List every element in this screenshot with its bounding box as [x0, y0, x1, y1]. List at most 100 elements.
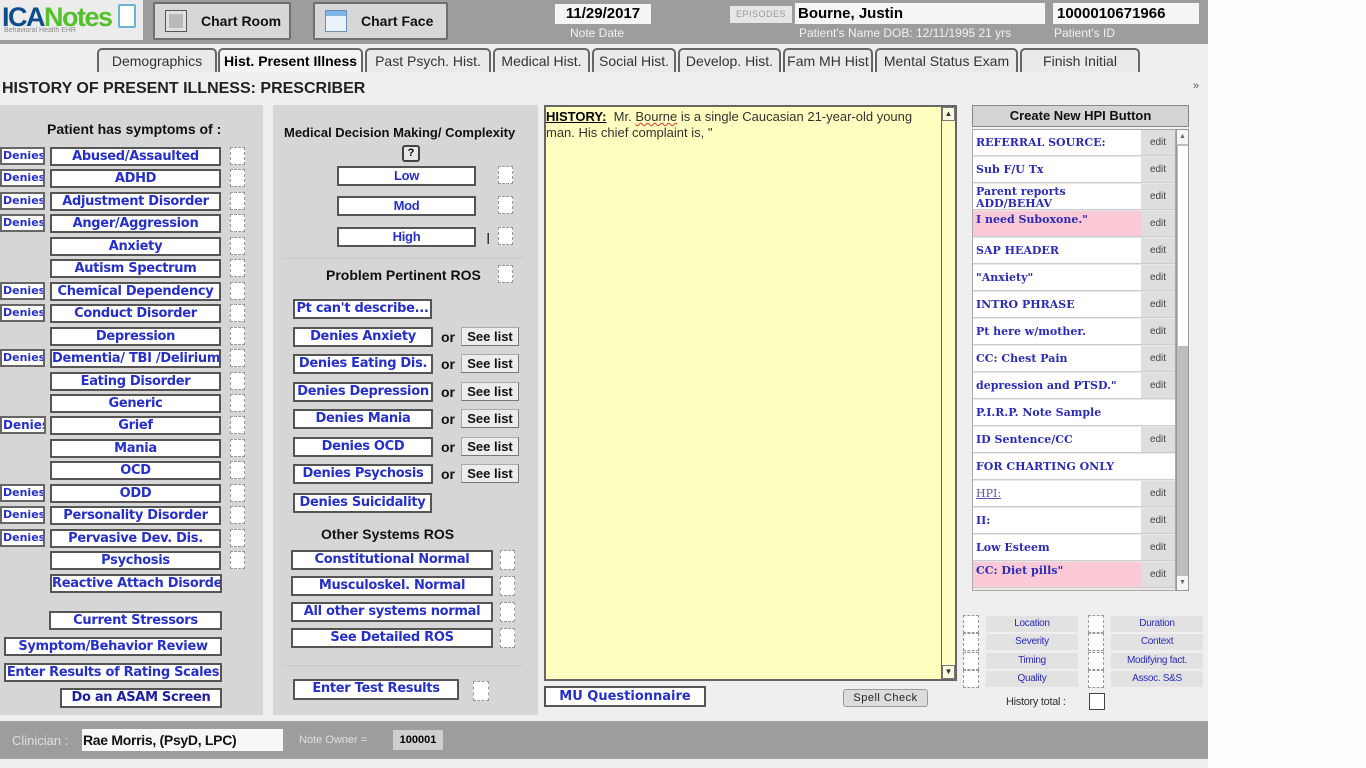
symptom-abused-assaulted-button[interactable]: Abused/Assaulted	[50, 147, 221, 166]
symptom-eating-disorder-checkbox[interactable]	[230, 371, 245, 390]
hpi-edit-button[interactable]: edit	[1141, 184, 1175, 209]
hpi-item-intro-phrase[interactable]: INTRO PHRASE edit	[973, 292, 1175, 318]
denies-conduct-disorder-button[interactable]: Denies	[0, 304, 45, 323]
see-list-denies-psychosis-button[interactable]: See list	[461, 464, 519, 483]
ppros-checkbox[interactable]	[498, 265, 513, 283]
denies-abused-assaulted-button[interactable]: Denies	[0, 147, 45, 165]
element-severity-checkbox[interactable]	[963, 633, 979, 652]
enter-test-results-button[interactable]: Enter Test Results	[293, 679, 459, 700]
symptom-personality-disorder-checkbox[interactable]	[230, 506, 245, 525]
hpi-item-cc-diet-pills[interactable]: CC: Diet pills" edit	[973, 562, 1175, 588]
patient-name-field[interactable]: Bourne, Justin	[795, 3, 1045, 24]
tab-develop-hist[interactable]: Develop. Hist.	[678, 48, 781, 72]
ros-see-detailed-ros-checkbox[interactable]	[500, 628, 515, 648]
symptom-dementia-tbi-delirium-button[interactable]: Dementia/ TBI /Delirium	[50, 349, 221, 369]
denies-mania-button[interactable]: Denies Mania	[293, 409, 433, 430]
symptom-anger-aggression-button[interactable]: Anger/Aggression	[50, 214, 221, 234]
symptom-psychosis-checkbox[interactable]	[230, 551, 245, 570]
patient-id-field[interactable]: 1000010671966	[1053, 3, 1199, 24]
symptom-abused-assaulted-checkbox[interactable]	[230, 147, 245, 165]
symptom-generic-checkbox[interactable]	[230, 393, 245, 412]
element-modifying-fact-button[interactable]: Modifying fact.	[1111, 652, 1203, 669]
hpi-edit-button[interactable]: edit	[1141, 427, 1175, 452]
denies-odd-button[interactable]: Denies	[0, 483, 45, 502]
symptom-depression-button[interactable]: Depression	[50, 326, 221, 346]
note-date-field[interactable]: 11/29/2017	[555, 4, 651, 24]
symptom-psychosis-button[interactable]: Psychosis	[50, 551, 221, 571]
hpi-item-parent-reports-add-behav[interactable]: Parent reports ADD/BEHAV edit	[973, 184, 1175, 210]
tab-finish-initial[interactable]: Finish Initial	[1020, 48, 1140, 72]
hpi-edit-button[interactable]: edit	[1141, 265, 1175, 290]
denies-psychosis-button[interactable]: Denies Psychosis	[293, 464, 433, 484]
element-quality-button[interactable]: Quality	[986, 670, 1078, 687]
current-stressors-button[interactable]: Current Stressors	[49, 611, 222, 630]
create-new-hpi-button[interactable]: Create New HPI Button	[972, 105, 1189, 127]
symptom-anxiety-checkbox[interactable]	[230, 236, 245, 255]
element-severity-button[interactable]: Severity	[986, 634, 1078, 651]
symptom-dementia-tbi-delirium-checkbox[interactable]	[230, 349, 245, 368]
hpi-edit-button[interactable]: edit	[1141, 373, 1175, 398]
symptom-eating-disorder-button[interactable]: Eating Disorder	[50, 371, 221, 391]
scroll-up-icon[interactable]: ▲	[1177, 130, 1188, 144]
symptom-autism-spectrum-button[interactable]: Autism Spectrum	[50, 259, 221, 279]
element-quality-checkbox[interactable]	[963, 669, 979, 688]
scroll-down-icon[interactable]: ▼	[1177, 576, 1188, 590]
history-textarea[interactable]: HISTORY: Mr. Bourne is a single Caucasia…	[544, 105, 957, 681]
hpi-edit-button[interactable]: edit	[1141, 508, 1175, 533]
element-context-button[interactable]: Context	[1111, 634, 1203, 651]
symptom-odd-checkbox[interactable]	[230, 483, 245, 502]
denies-suicidality-button[interactable]: Denies Suicidality	[293, 493, 432, 513]
ros-all-other-systems-normal-checkbox[interactable]	[500, 602, 515, 622]
symptom-generic-button[interactable]: Generic	[50, 393, 221, 413]
hpi-item-p-i-r-p-note-sample[interactable]: P.I.R.P. Note Sample	[973, 400, 1175, 426]
hpi-edit-button[interactable]: edit	[1141, 238, 1175, 263]
hpi-item-anxiety[interactable]: "Anxiety" edit	[973, 265, 1175, 291]
symptom-personality-disorder-button[interactable]: Personality Disorder	[50, 506, 221, 526]
asam-screen-button[interactable]: Do an ASAM Screen	[60, 688, 222, 708]
hpi-item-depression-and-ptsd[interactable]: depression and PTSD." edit	[973, 373, 1175, 399]
denies-personality-disorder-button[interactable]: Denies	[0, 506, 45, 525]
pt-cant-describe-button[interactable]: Pt can't describe...	[293, 299, 432, 319]
spell-check-button[interactable]: Spell Check	[843, 689, 928, 707]
element-location-button[interactable]: Location	[986, 616, 1078, 632]
symptom-autism-spectrum-checkbox[interactable]	[230, 259, 245, 278]
episodes-button[interactable]: EPISODES	[730, 6, 792, 23]
symptom-adjustment-disorder-button[interactable]: Adjustment Disorder	[50, 191, 221, 211]
clinician-field[interactable]: Rae Morris, (PsyD, LPC)	[82, 729, 283, 751]
symptom-conduct-disorder-checkbox[interactable]	[230, 304, 245, 323]
ros-constitutional-normal-button[interactable]: Constitutional Normal	[291, 550, 493, 570]
hpi-edit-button[interactable]: edit	[1141, 319, 1175, 344]
expand-icon[interactable]: »	[1193, 80, 1199, 92]
element-assoc-s-s-checkbox[interactable]	[1088, 669, 1104, 688]
symptom-adjustment-disorder-checkbox[interactable]	[230, 191, 245, 210]
symptom-conduct-disorder-button[interactable]: Conduct Disorder	[50, 304, 221, 324]
symptom-pervasive-dev-dis-checkbox[interactable]	[230, 528, 245, 547]
ros-see-detailed-ros-button[interactable]: See Detailed ROS	[291, 628, 493, 648]
see-list-denies-ocd-button[interactable]: See list	[461, 436, 519, 456]
rating-scales-button[interactable]: Enter Results of Rating Scales	[4, 663, 222, 682]
element-timing-checkbox[interactable]	[963, 651, 979, 670]
hpi-item-sap-header[interactable]: SAP HEADER edit	[973, 238, 1175, 264]
tab-hist-present-illness[interactable]: Hist. Present Illness	[218, 48, 363, 72]
ros-musculoskel-normal-checkbox[interactable]	[500, 576, 515, 596]
test-results-checkbox[interactable]	[473, 681, 489, 701]
mdm-low-button[interactable]: Low	[337, 166, 476, 186]
hpi-item-referral-source[interactable]: REFERRAL SOURCE: edit	[973, 130, 1175, 156]
hpi-item-low-esteem[interactable]: Low Esteem edit	[973, 535, 1175, 561]
mdm-mod-button[interactable]: Mod	[337, 196, 476, 216]
hpi-item-cc-chest-pain[interactable]: CC: Chest Pain edit	[973, 346, 1175, 372]
hpi-item-sub-f-u-tx[interactable]: Sub F/U Tx edit	[973, 157, 1175, 183]
symptom-anger-aggression-checkbox[interactable]	[230, 214, 245, 233]
denies-pervasive-dev-dis-button[interactable]: Denies	[0, 528, 45, 547]
scroll-down-icon[interactable]: ▼	[942, 665, 955, 679]
hpi-item-i-need-suboxone[interactable]: I need Suboxone." edit	[973, 211, 1175, 237]
hpi-item-hpi[interactable]: HPI: edit	[973, 481, 1175, 507]
element-duration-button[interactable]: Duration	[1111, 616, 1203, 632]
denies-adhd-button[interactable]: Denies	[0, 169, 45, 188]
tab-social-hist[interactable]: Social Hist.	[592, 48, 676, 72]
scroll-up-icon[interactable]: ▲	[942, 107, 955, 121]
hpi-item-id-sentence-cc[interactable]: ID Sentence/CC edit	[973, 427, 1175, 453]
symptom-ocd-button[interactable]: OCD	[50, 461, 221, 481]
denies-adjustment-disorder-button[interactable]: Denies	[0, 191, 45, 210]
denies-ocd-button[interactable]: Denies OCD	[293, 436, 433, 457]
